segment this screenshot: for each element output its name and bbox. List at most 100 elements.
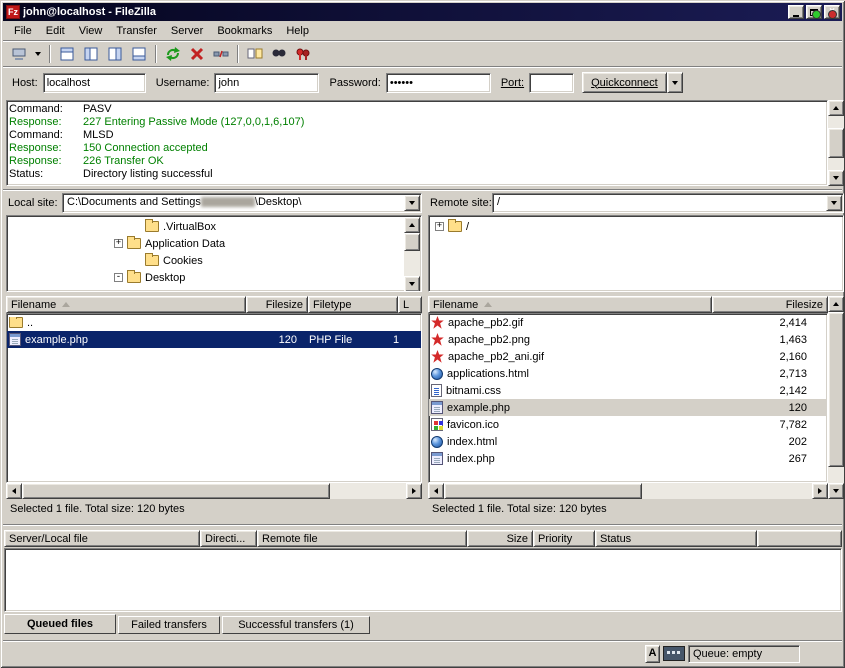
scroll-right-button[interactable] — [406, 483, 422, 499]
scrollbar-thumb[interactable] — [404, 233, 420, 251]
site-manager-icon[interactable] — [8, 43, 30, 65]
header-label: Remote file — [262, 533, 318, 545]
tree-item-label: Desktop — [145, 272, 185, 284]
cancel-icon[interactable] — [186, 43, 208, 65]
file-row[interactable]: index.php 267 — [429, 450, 827, 467]
scroll-right-button[interactable] — [812, 483, 828, 499]
queue-header-priority[interactable]: Priority — [533, 530, 595, 547]
menu-edit[interactable]: Edit — [39, 23, 72, 39]
menu-bookmarks[interactable]: Bookmarks — [210, 23, 279, 39]
local-header-filename[interactable]: Filename — [6, 296, 246, 313]
tab-failed-transfers[interactable]: Failed transfers — [118, 616, 220, 634]
quickconnect-dropdown-button[interactable] — [667, 72, 683, 93]
file-row-selected[interactable]: example.php 120 — [429, 399, 827, 416]
username-input[interactable] — [214, 73, 319, 93]
file-row[interactable]: apache_pb2.png 1,463 — [429, 331, 827, 348]
scrollbar-track[interactable] — [444, 483, 812, 499]
menu-help[interactable]: Help — [279, 23, 316, 39]
expand-icon[interactable]: + — [435, 222, 444, 231]
quickconnect-button[interactable]: Quickconnect — [582, 72, 667, 93]
keypad-icon[interactable] — [663, 646, 685, 661]
local-header-filesize[interactable]: Filesize — [246, 296, 308, 313]
tree-item-desktop[interactable]: - Desktop — [7, 269, 421, 286]
password-input[interactable] — [386, 73, 491, 93]
scrollbar-thumb[interactable] — [22, 483, 330, 499]
file-name: favicon.ico — [447, 419, 499, 431]
title-bar[interactable]: Fz john@localhost - FileZilla × — [3, 3, 842, 21]
scroll-down-button[interactable] — [828, 483, 844, 499]
remote-header-filesize[interactable]: Filesize — [712, 296, 828, 313]
local-header-lastmodified[interactable]: L — [398, 296, 422, 313]
site-manager-dropdown-icon[interactable] — [32, 43, 44, 65]
menu-view[interactable]: View — [72, 23, 110, 39]
local-site-dropdown-button[interactable] — [404, 195, 420, 211]
toggle-queue-icon[interactable] — [128, 43, 150, 65]
speed-limits-icon[interactable] — [292, 43, 314, 65]
tree-item-root[interactable]: + / — [429, 218, 843, 235]
host-input[interactable] — [43, 73, 146, 93]
scrollbar-thumb[interactable] — [444, 483, 642, 499]
file-type: PHP File — [305, 334, 393, 346]
find-files-icon[interactable] — [268, 43, 290, 65]
menu-file[interactable]: File — [7, 23, 39, 39]
queue-header-direction[interactable]: Directi... — [200, 530, 257, 547]
scrollbar-track[interactable] — [828, 116, 844, 170]
refresh-icon[interactable] — [162, 43, 184, 65]
file-row-selected[interactable]: example.php 120 PHP File 1 — [7, 331, 421, 348]
local-list-hscrollbar[interactable] — [6, 483, 422, 499]
toggle-remote-tree-icon[interactable] — [104, 43, 126, 65]
transfer-type-icon[interactable]: A — [645, 645, 660, 663]
remote-site-combo[interactable]: / — [492, 193, 844, 213]
folder-icon — [127, 272, 141, 283]
file-row[interactable]: apache_pb2.gif 2,414 — [429, 314, 827, 331]
minimize-button[interactable] — [788, 5, 804, 19]
file-row[interactable]: index.html 202 — [429, 433, 827, 450]
scrollbar-track[interactable] — [22, 483, 406, 499]
file-row[interactable]: applications.html 2,713 — [429, 365, 827, 382]
scroll-left-button[interactable] — [6, 483, 22, 499]
scrollbar-thumb[interactable] — [828, 128, 844, 158]
local-site-combo[interactable]: C:\Documents and Settings\Desktop\ — [62, 193, 422, 213]
toggle-message-log-icon[interactable] — [56, 43, 78, 65]
file-row[interactable]: favicon.ico 7,782 — [429, 416, 827, 433]
remote-header-filename[interactable]: Filename — [428, 296, 712, 313]
port-input[interactable] — [529, 73, 574, 93]
scrollbar-track[interactable] — [404, 233, 420, 276]
remote-site-dropdown-button[interactable] — [826, 195, 842, 211]
scroll-up-button[interactable] — [404, 217, 420, 233]
menu-server[interactable]: Server — [164, 23, 210, 39]
menu-transfer[interactable]: Transfer — [109, 23, 164, 39]
tab-successful-transfers[interactable]: Successful transfers (1) — [222, 616, 370, 634]
remote-file-list: apache_pb2.gif 2,414 apache_pb2.png 1,46… — [428, 313, 828, 483]
file-row[interactable]: bitnami.css 2,142 — [429, 382, 827, 399]
remote-list-scrollbar[interactable] — [828, 296, 844, 499]
scroll-up-button[interactable] — [828, 296, 844, 312]
file-row-up[interactable]: .. — [7, 314, 421, 331]
file-row[interactable]: apache_pb2_ani.gif 2,160 — [429, 348, 827, 365]
queue-header-serverlocal[interactable]: Server/Local file — [4, 530, 200, 547]
scroll-down-button[interactable] — [404, 276, 420, 292]
scroll-left-button[interactable] — [428, 483, 444, 499]
tree-item-virtualbox[interactable]: .VirtualBox — [7, 218, 421, 235]
local-tree-scrollbar[interactable] — [404, 217, 420, 292]
scroll-up-button[interactable] — [828, 100, 844, 116]
splitter[interactable] — [3, 189, 842, 191]
disconnect-icon[interactable] — [210, 43, 232, 65]
remote-list-hscrollbar[interactable] — [428, 483, 828, 499]
collapse-icon[interactable]: - — [114, 273, 123, 282]
local-header-filetype[interactable]: Filetype — [308, 296, 398, 313]
tree-item-cookies[interactable]: Cookies — [7, 252, 421, 269]
scrollbar-thumb[interactable] — [828, 312, 844, 467]
tree-item-application-data[interactable]: + Application Data — [7, 235, 421, 252]
expand-icon[interactable]: + — [114, 239, 123, 248]
queue-header-status[interactable]: Status — [595, 530, 757, 547]
queue-header-size[interactable]: Size — [467, 530, 533, 547]
log-scrollbar[interactable] — [828, 100, 844, 186]
tab-queued-files[interactable]: Queued files — [4, 614, 116, 634]
queue-header-remotefile[interactable]: Remote file — [257, 530, 467, 547]
scrollbar-track[interactable] — [828, 312, 844, 483]
directory-comparison-icon[interactable] — [244, 43, 266, 65]
transfer-queue[interactable] — [4, 548, 842, 612]
scroll-down-button[interactable] — [828, 170, 844, 186]
toggle-local-tree-icon[interactable] — [80, 43, 102, 65]
